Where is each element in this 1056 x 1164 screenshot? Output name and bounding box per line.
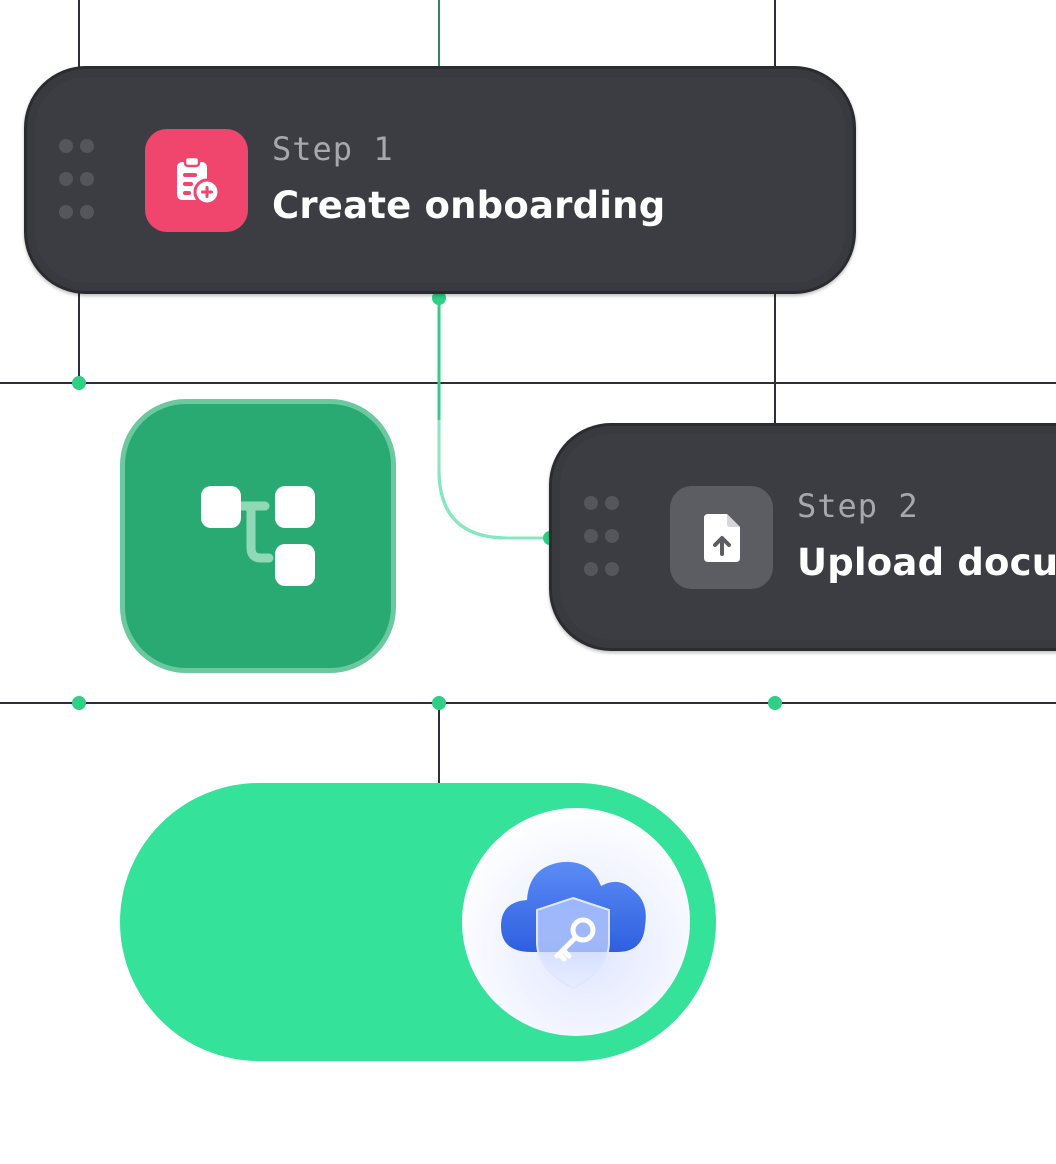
node-dot [768,696,782,710]
node-dot [72,696,86,710]
workflow-branch-icon [201,486,315,586]
drag-handle-icon[interactable] [584,496,624,576]
step-card-2[interactable]: Step 2 Upload documents [549,423,1056,651]
workflow-canvas: Step 1 Create onboarding Step 2 Upload d… [0,0,1056,1164]
step-connector [437,298,550,540]
node-dot [72,376,86,390]
step-title: Upload documents [797,541,1056,584]
drag-handle-icon[interactable] [59,139,99,219]
step-label: Step 2 [797,487,919,525]
clipboard-plus-icon [145,129,248,232]
step-label: Step 1 [272,130,394,168]
cloud-key-shield-icon [501,861,646,990]
workflow-tile[interactable] [120,399,396,673]
security-toggle[interactable] [120,783,716,1061]
node-dot [432,696,446,710]
toggle-knob[interactable] [462,808,690,1036]
file-upload-icon [670,486,773,589]
step-card-1[interactable]: Step 1 Create onboarding [24,66,856,294]
step-title: Create onboarding [272,184,666,227]
